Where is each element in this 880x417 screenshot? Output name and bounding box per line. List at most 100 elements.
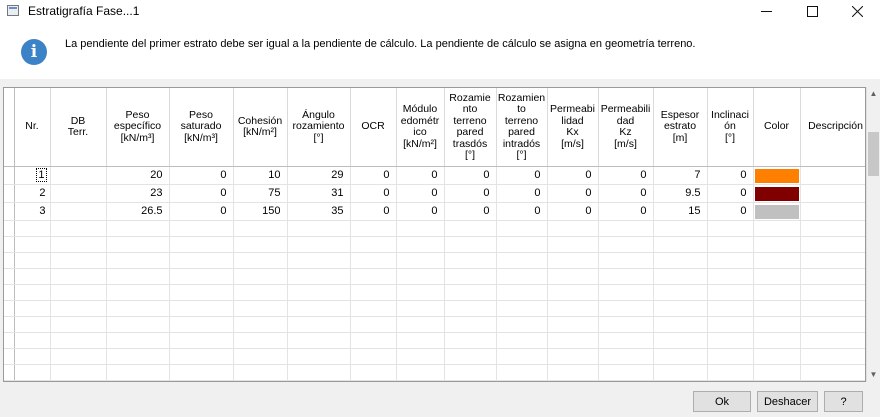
table-cell[interactable]: 0 — [169, 184, 234, 203]
empty-table-row[interactable] — [4, 220, 865, 237]
table-cell[interactable] — [444, 332, 497, 349]
table-cell[interactable] — [106, 252, 170, 269]
table-cell[interactable] — [14, 348, 51, 365]
table-cell[interactable]: 0 — [396, 202, 445, 221]
table-cell[interactable] — [50, 268, 107, 285]
table-cell[interactable] — [653, 348, 708, 365]
table-cell[interactable] — [653, 332, 708, 349]
table-cell[interactable]: 20 — [106, 166, 170, 185]
table-cell[interactable]: 0 — [350, 202, 397, 221]
table-cell[interactable] — [800, 348, 865, 365]
table-cell[interactable] — [396, 300, 445, 317]
scroll-up-icon[interactable]: ▲ — [867, 87, 880, 101]
table-cell[interactable]: 0 — [547, 202, 599, 221]
close-button[interactable] — [834, 0, 880, 22]
table-cell[interactable] — [106, 316, 170, 333]
table-cell[interactable] — [598, 364, 654, 381]
scroll-thumb[interactable] — [868, 132, 879, 176]
table-cell[interactable] — [350, 268, 397, 285]
table-cell[interactable] — [50, 184, 107, 203]
table-cell[interactable] — [496, 348, 548, 365]
table-cell[interactable] — [287, 316, 351, 333]
table-cell[interactable] — [50, 300, 107, 317]
table-cell[interactable] — [496, 268, 548, 285]
table-cell[interactable] — [287, 300, 351, 317]
table-cell[interactable] — [444, 364, 497, 381]
table-cell[interactable] — [396, 380, 445, 381]
table-cell[interactable] — [350, 364, 397, 381]
table-cell[interactable] — [707, 284, 754, 301]
table-cell[interactable] — [707, 220, 754, 237]
table-cell[interactable] — [800, 184, 865, 203]
table-cell[interactable] — [233, 284, 288, 301]
column-header[interactable]: Rozamien to terreno pared intradós [°] — [496, 88, 548, 167]
table-cell[interactable]: 0 — [350, 166, 397, 185]
table-cell[interactable] — [106, 220, 170, 237]
table-cell[interactable] — [598, 268, 654, 285]
table-cell[interactable] — [350, 284, 397, 301]
color-cell[interactable] — [753, 184, 801, 203]
table-cell[interactable] — [169, 220, 234, 237]
table-cell[interactable]: 0 — [707, 166, 754, 185]
table-cell[interactable] — [14, 252, 51, 269]
table-cell[interactable] — [547, 300, 599, 317]
table-cell[interactable]: 23 — [106, 184, 170, 203]
table-cell[interactable]: 0 — [350, 184, 397, 203]
table-cell[interactable] — [50, 252, 107, 269]
table-cell[interactable] — [233, 316, 288, 333]
empty-table-row[interactable] — [4, 236, 865, 253]
table-cell[interactable] — [753, 252, 801, 269]
vertical-scrollbar[interactable]: ▲ ▼ — [866, 87, 880, 382]
table-cell[interactable] — [444, 284, 497, 301]
table-cell[interactable] — [547, 364, 599, 381]
table-cell[interactable] — [547, 316, 599, 333]
table-cell[interactable] — [800, 316, 865, 333]
table-cell[interactable] — [50, 236, 107, 253]
table-cell[interactable] — [287, 284, 351, 301]
table-cell[interactable] — [350, 380, 397, 381]
table-cell[interactable] — [287, 220, 351, 237]
table-cell[interactable] — [233, 348, 288, 365]
column-header[interactable]: Rozamie nto terreno pared trasdós [°] — [444, 88, 497, 167]
table-cell[interactable] — [547, 268, 599, 285]
table-cell[interactable] — [598, 252, 654, 269]
table-cell[interactable] — [396, 220, 445, 237]
table-cell[interactable] — [106, 332, 170, 349]
table-cell[interactable] — [653, 220, 708, 237]
table-cell[interactable]: 0 — [496, 184, 548, 203]
table-cell[interactable] — [707, 268, 754, 285]
column-header[interactable]: Descripción — [800, 88, 865, 167]
table-cell[interactable] — [14, 236, 51, 253]
table-cell[interactable] — [350, 316, 397, 333]
table-cell[interactable]: 0 — [598, 184, 654, 203]
table-cell[interactable] — [753, 332, 801, 349]
table-cell[interactable] — [753, 284, 801, 301]
table-cell[interactable] — [169, 316, 234, 333]
column-header[interactable]: OCR — [350, 88, 397, 167]
maximize-button[interactable] — [789, 0, 835, 22]
table-cell[interactable] — [598, 236, 654, 253]
row-selector[interactable] — [4, 300, 15, 317]
table-cell[interactable] — [707, 364, 754, 381]
table-cell[interactable] — [106, 348, 170, 365]
table-cell[interactable] — [547, 284, 599, 301]
table-cell[interactable] — [106, 300, 170, 317]
undo-button[interactable]: Deshacer — [757, 391, 818, 412]
table-cell[interactable] — [287, 236, 351, 253]
table-cell[interactable] — [496, 380, 548, 381]
table-cell[interactable] — [496, 364, 548, 381]
table-row[interactable]: 3 26.5 0 150 35 0 0 0 0 0 0 15 0 — [4, 202, 865, 221]
table-cell[interactable] — [14, 364, 51, 381]
minimize-button[interactable] — [743, 0, 789, 22]
table-cell[interactable] — [233, 252, 288, 269]
table-cell[interactable] — [444, 268, 497, 285]
table-cell[interactable] — [598, 348, 654, 365]
table-cell[interactable] — [396, 284, 445, 301]
table-cell[interactable] — [233, 300, 288, 317]
table-cell[interactable] — [233, 268, 288, 285]
table-cell[interactable] — [800, 332, 865, 349]
table-cell[interactable] — [169, 284, 234, 301]
table-cell[interactable] — [14, 268, 51, 285]
table-cell[interactable] — [444, 220, 497, 237]
table-cell[interactable] — [233, 364, 288, 381]
